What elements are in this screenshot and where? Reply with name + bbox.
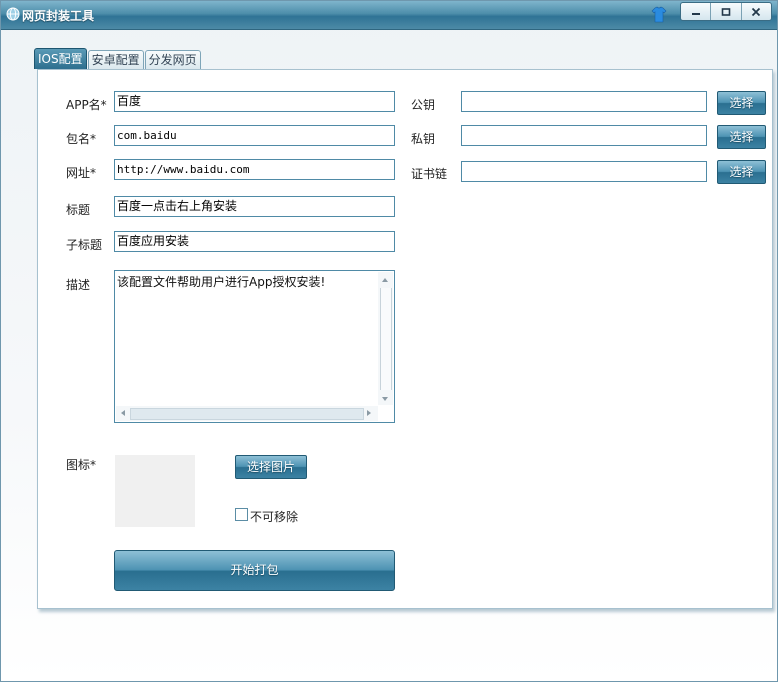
description-textarea[interactable]: 该配置文件帮助用户进行App授权安装!	[114, 270, 395, 423]
horizontal-scrollbar[interactable]	[116, 406, 378, 421]
non-removable-checkbox[interactable]	[235, 508, 248, 521]
subtitle-label: 子标题	[66, 238, 103, 252]
cert-chain-choose-button[interactable]: 选择	[717, 160, 766, 184]
window-controls	[680, 2, 772, 21]
tab-android-config[interactable]: 安卓配置	[87, 50, 144, 69]
subtitle-input[interactable]: 百度应用安装	[114, 231, 395, 252]
private-key-choose-button[interactable]: 选择	[717, 125, 766, 149]
tab-distribution-page[interactable]: 分发网页	[144, 50, 201, 69]
close-button[interactable]	[742, 3, 771, 20]
title-bar[interactable]: 网页封装工具	[1, 1, 777, 30]
scroll-right-icon[interactable]	[367, 410, 371, 416]
globe-icon	[6, 7, 20, 21]
icon-label: 图标*	[66, 458, 97, 472]
private-key-label: 私钥	[411, 132, 436, 146]
app-name-label: APP名*	[66, 98, 107, 112]
maximize-button[interactable]	[711, 3, 742, 20]
description-text: 该配置文件帮助用户进行App授权安装!	[117, 275, 326, 289]
package-label: 包名*	[66, 132, 97, 146]
icon-preview[interactable]	[115, 455, 195, 527]
private-key-input[interactable]	[461, 125, 707, 146]
cert-chain-input[interactable]	[461, 161, 707, 182]
tab-bar: IOS配置 安卓配置 分发网页	[34, 48, 202, 69]
start-build-button[interactable]: 开始打包	[114, 550, 395, 591]
url-label: 网址*	[66, 166, 97, 180]
public-key-choose-button[interactable]: 选择	[717, 91, 766, 115]
shirt-icon[interactable]	[651, 6, 667, 23]
scroll-up-icon[interactable]	[382, 278, 388, 282]
cert-chain-label: 证书链	[411, 167, 448, 181]
url-input[interactable]: http://www.baidu.com	[114, 159, 395, 180]
horizontal-scroll-thumb[interactable]	[130, 408, 364, 420]
package-input[interactable]: com.baidu	[114, 125, 395, 146]
minimize-button[interactable]	[681, 3, 712, 20]
maximize-icon	[721, 7, 731, 16]
public-key-input[interactable]	[461, 91, 707, 112]
title-label: 标题	[66, 203, 91, 217]
public-key-label: 公钥	[411, 98, 436, 112]
vertical-scroll-thumb[interactable]	[380, 288, 392, 390]
close-icon	[752, 7, 761, 16]
title-input[interactable]: 百度一点击右上角安装	[114, 196, 395, 217]
window-title: 网页封装工具	[22, 9, 95, 23]
scroll-left-icon[interactable]	[121, 410, 125, 416]
choose-image-button[interactable]: 选择图片	[235, 455, 307, 479]
minimize-icon	[691, 12, 700, 15]
scroll-down-icon[interactable]	[382, 397, 388, 401]
description-label: 描述	[66, 278, 91, 292]
app-window: 网页封装工具 IOS配置 安卓配置 分发网页 APP名* 百度 包名* com.…	[0, 0, 778, 682]
tab-ios-config[interactable]: IOS配置	[34, 48, 87, 69]
vertical-scrollbar[interactable]	[378, 272, 393, 405]
non-removable-label: 不可移除	[250, 510, 299, 524]
app-name-input[interactable]: 百度	[114, 91, 395, 112]
